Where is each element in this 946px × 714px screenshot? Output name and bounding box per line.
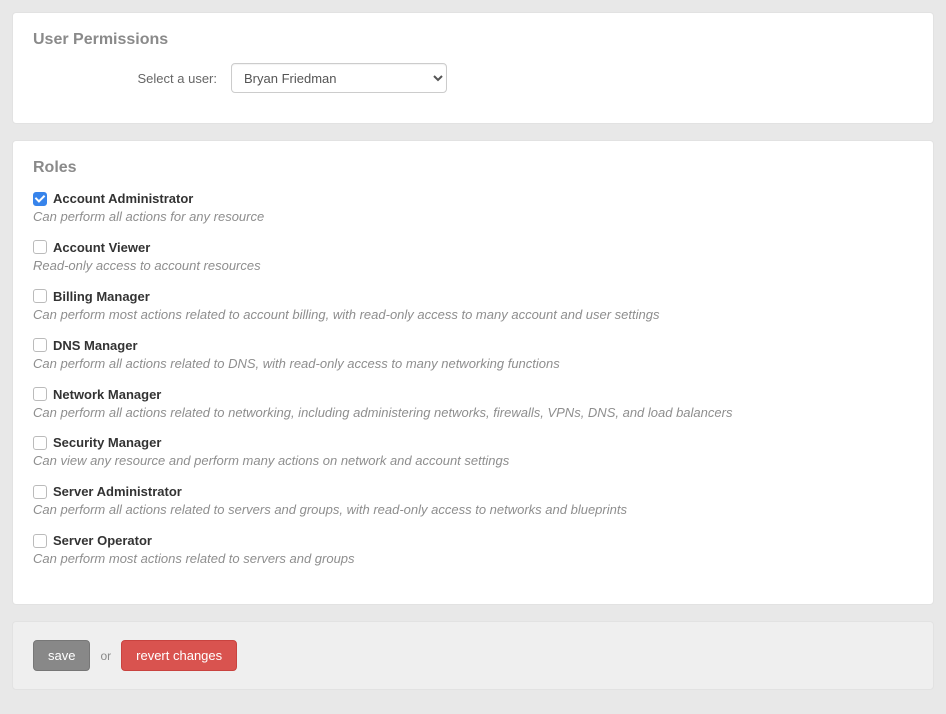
- role-description: Can view any resource and perform many a…: [33, 453, 913, 470]
- role-checkbox[interactable]: [33, 534, 47, 548]
- save-button[interactable]: save: [33, 640, 90, 671]
- role-name: Account Administrator: [53, 191, 193, 206]
- role-item: Security Manager Can view any resource an…: [33, 435, 913, 470]
- actions-bar: save or revert changes: [12, 621, 934, 690]
- select-user-dropdown[interactable]: Bryan Friedman: [231, 63, 447, 93]
- role-checkbox[interactable]: [33, 192, 47, 206]
- role-head: Network Manager: [33, 387, 913, 402]
- role-checkbox[interactable]: [33, 289, 47, 303]
- role-head: Account Administrator: [33, 191, 913, 206]
- role-item: Server Operator Can perform most actions …: [33, 533, 913, 568]
- select-user-wrap: Bryan Friedman: [231, 63, 447, 93]
- role-name: Network Manager: [53, 387, 161, 402]
- role-item: Network Manager Can perform all actions r…: [33, 387, 913, 422]
- role-description: Can perform all actions related to DNS, …: [33, 356, 913, 373]
- role-checkbox[interactable]: [33, 485, 47, 499]
- role-description: Can perform all actions for any resource: [33, 209, 913, 226]
- role-head: DNS Manager: [33, 338, 913, 353]
- roles-list: Account Administrator Can perform all act…: [33, 191, 913, 568]
- role-item: Account Administrator Can perform all act…: [33, 191, 913, 226]
- roles-panel: Roles Account Administrator Can perform a…: [12, 140, 934, 605]
- revert-changes-button[interactable]: revert changes: [121, 640, 237, 671]
- roles-heading: Roles: [33, 159, 913, 177]
- role-description: Can perform all actions related to netwo…: [33, 405, 913, 422]
- role-description: Can perform most actions related to acco…: [33, 307, 913, 324]
- role-description: Can perform most actions related to serv…: [33, 551, 913, 568]
- role-name: DNS Manager: [53, 338, 138, 353]
- role-item: Account Viewer Read-only access to accoun…: [33, 240, 913, 275]
- role-description: Read-only access to account resources: [33, 258, 913, 275]
- or-text: or: [100, 649, 111, 663]
- select-user-row: Select a user: Bryan Friedman: [33, 63, 913, 93]
- role-name: Billing Manager: [53, 289, 150, 304]
- user-permissions-heading: User Permissions: [33, 31, 913, 49]
- role-head: Server Administrator: [33, 484, 913, 499]
- role-head: Billing Manager: [33, 289, 913, 304]
- role-name: Account Viewer: [53, 240, 150, 255]
- role-head: Server Operator: [33, 533, 913, 548]
- role-head: Account Viewer: [33, 240, 913, 255]
- role-checkbox[interactable]: [33, 240, 47, 254]
- role-name: Security Manager: [53, 435, 161, 450]
- select-user-label: Select a user:: [33, 71, 231, 86]
- role-checkbox[interactable]: [33, 338, 47, 352]
- role-name: Server Administrator: [53, 484, 182, 499]
- role-name: Server Operator: [53, 533, 152, 548]
- user-permissions-panel: User Permissions Select a user: Bryan Fr…: [12, 12, 934, 124]
- role-head: Security Manager: [33, 435, 913, 450]
- role-item: DNS Manager Can perform all actions relat…: [33, 338, 913, 373]
- role-item: Server Administrator Can perform all acti…: [33, 484, 913, 519]
- role-description: Can perform all actions related to serve…: [33, 502, 913, 519]
- role-checkbox[interactable]: [33, 436, 47, 450]
- role-checkbox[interactable]: [33, 387, 47, 401]
- role-item: Billing Manager Can perform most actions …: [33, 289, 913, 324]
